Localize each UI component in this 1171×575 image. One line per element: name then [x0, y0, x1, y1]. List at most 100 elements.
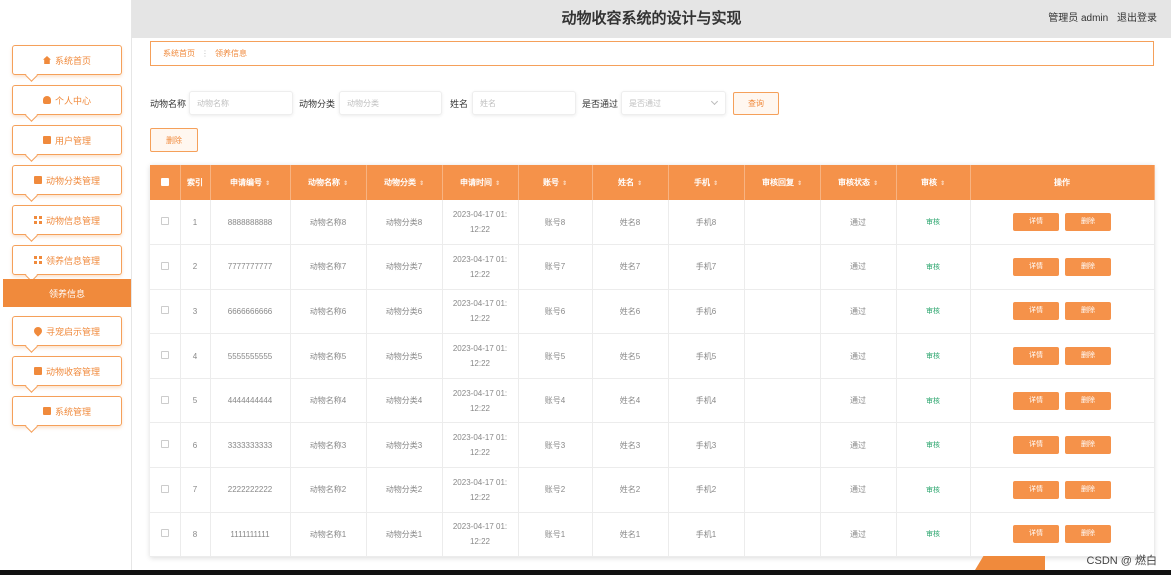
col-header[interactable]: 申请时间 ⇕ [442, 165, 519, 200]
breadcrumb-home[interactable]: 系统首页 [163, 48, 195, 59]
audit-link[interactable]: 审核 [926, 531, 940, 538]
audit-link[interactable]: 审核 [926, 264, 940, 271]
sidebar-item-animal-info[interactable]: 动物信息管理 [12, 205, 122, 235]
detail-button[interactable]: 详情 [1013, 480, 1059, 499]
row-checkbox[interactable] [160, 529, 169, 538]
select-all-cell[interactable] [150, 165, 181, 200]
row-checkbox[interactable] [160, 261, 169, 270]
detail-button[interactable]: 详情 [1013, 347, 1059, 366]
row-select-cell[interactable] [150, 467, 181, 513]
sort-icon[interactable]: ⇕ [343, 180, 348, 187]
row-select-cell[interactable] [150, 333, 181, 379]
select-all-checkbox[interactable] [160, 177, 169, 186]
row-checkbox[interactable] [160, 395, 169, 404]
cell-audit: 审核 [896, 422, 971, 469]
sort-icon[interactable]: ⇕ [419, 180, 424, 187]
col-header[interactable]: 申请编号 ⇕ [210, 165, 291, 200]
audit-link[interactable]: 审核 [926, 308, 940, 315]
cell-name: 姓名2 [592, 467, 669, 513]
col-header[interactable]: 姓名 ⇕ [592, 165, 669, 200]
row-select-cell[interactable] [150, 244, 181, 290]
col-header[interactable]: 账号 ⇕ [518, 165, 593, 200]
row-select-cell[interactable] [150, 422, 181, 469]
detail-button[interactable]: 详情 [1013, 525, 1059, 544]
sidebar-item-profile[interactable]: 个人中心 [12, 85, 122, 115]
cell-index: 4 [180, 333, 211, 379]
sidebar-subitem-adoption-info[interactable]: 领养信息 [3, 279, 131, 307]
approved-select[interactable]: 是否通过 [621, 91, 726, 115]
animal-type-input[interactable]: 动物分类 [339, 91, 442, 115]
name-input[interactable]: 姓名 [472, 91, 576, 115]
col-header[interactable]: 审核回复 ⇕ [744, 165, 821, 200]
delete-button[interactable]: 删除 [1065, 436, 1111, 455]
cell-account: 账号3 [518, 422, 593, 469]
col-header[interactable]: 动物分类 ⇕ [366, 165, 443, 200]
sort-icon[interactable]: ⇕ [940, 180, 945, 187]
sidebar-item-home[interactable]: 系统首页 [12, 45, 122, 75]
delete-button[interactable]: 删除 [1065, 302, 1111, 321]
col-header[interactable]: 动物名称 ⇕ [290, 165, 367, 200]
col-header[interactable]: 审核状态 ⇕ [820, 165, 897, 200]
grid-icon [33, 256, 42, 264]
detail-button[interactable]: 详情 [1013, 257, 1059, 276]
col-header[interactable]: 审核 ⇕ [896, 165, 971, 200]
delete-button[interactable]: 删除 [1065, 347, 1111, 366]
sort-icon[interactable]: ⇕ [562, 180, 567, 187]
logout-link[interactable]: 退出登录 [1117, 13, 1157, 24]
delete-button[interactable]: 删除 [1065, 480, 1111, 499]
query-button[interactable]: 查询 [733, 92, 779, 115]
row-select-cell[interactable] [150, 378, 181, 424]
table-row: 8 1111111111 动物名称1 动物分类1 2023-04-17 01: 12:22… [150, 512, 1155, 558]
cell-app-time: 2023-04-17 01: 12:22 [442, 467, 519, 513]
pin-icon [32, 325, 44, 337]
sidebar-item-shelter[interactable]: 动物收容管理 [12, 356, 122, 386]
sidebar-item-system[interactable]: 系统管理 [12, 396, 122, 426]
audit-link[interactable]: 审核 [926, 353, 940, 360]
audit-link[interactable]: 审核 [926, 219, 940, 226]
cell-account: 账号8 [518, 200, 593, 246]
sort-icon[interactable]: ⇕ [873, 180, 878, 187]
table-row: 7 2222222222 动物名称2 动物分类2 2023-04-17 01: 12:22… [150, 467, 1155, 513]
animal-name-input[interactable]: 动物名称 [189, 91, 293, 115]
row-checkbox[interactable] [160, 351, 169, 360]
cell-index: 8 [180, 512, 211, 558]
cell-account: 账号2 [518, 467, 593, 513]
sort-icon[interactable]: ⇕ [797, 180, 802, 187]
audit-link[interactable]: 审核 [926, 398, 940, 405]
sort-icon[interactable]: ⇕ [713, 180, 718, 187]
sort-icon[interactable]: ⇕ [495, 180, 500, 187]
delete-button[interactable]: 删除 [1065, 213, 1111, 232]
detail-button[interactable]: 详情 [1013, 436, 1059, 455]
sort-icon[interactable]: ⇕ [265, 180, 270, 187]
delete-button[interactable]: 删除 [1065, 391, 1111, 410]
cell-index: 1 [180, 200, 211, 246]
row-checkbox[interactable] [160, 440, 169, 449]
sidebar-item-label: 动物信息管理 [45, 215, 100, 226]
batch-delete-button[interactable]: 删除 [150, 128, 198, 152]
sort-icon[interactable]: ⇕ [637, 180, 642, 187]
row-checkbox[interactable] [160, 306, 169, 315]
sidebar-item-adoption[interactable]: 领养信息管理 [12, 245, 122, 275]
cell-index: 5 [180, 378, 211, 424]
detail-button[interactable]: 详情 [1013, 302, 1059, 321]
row-checkbox[interactable] [160, 217, 169, 226]
sidebar-item-users[interactable]: 用户管理 [12, 125, 122, 155]
detail-button[interactable]: 详情 [1013, 213, 1059, 232]
cell-status: 通过 [820, 289, 897, 335]
audit-link[interactable]: 审核 [926, 487, 940, 494]
cell-animal-name: 动物名称5 [290, 333, 367, 379]
user-icon [42, 96, 51, 104]
delete-button[interactable]: 删除 [1065, 525, 1111, 544]
delete-button[interactable]: 删除 [1065, 257, 1111, 276]
row-select-cell[interactable] [150, 200, 181, 246]
book-icon [33, 176, 42, 184]
col-header[interactable]: 手机 ⇕ [668, 165, 745, 200]
sidebar-item-animal-types[interactable]: 动物分类管理 [12, 165, 122, 195]
audit-link[interactable]: 审核 [926, 442, 940, 449]
row-select-cell[interactable] [150, 512, 181, 558]
row-checkbox[interactable] [160, 484, 169, 493]
detail-button[interactable]: 详情 [1013, 391, 1059, 410]
row-select-cell[interactable] [150, 289, 181, 335]
sidebar-item-lost-pet[interactable]: 寻宠启示管理 [12, 316, 122, 346]
cell-app-no: 1111111111 [210, 512, 291, 558]
